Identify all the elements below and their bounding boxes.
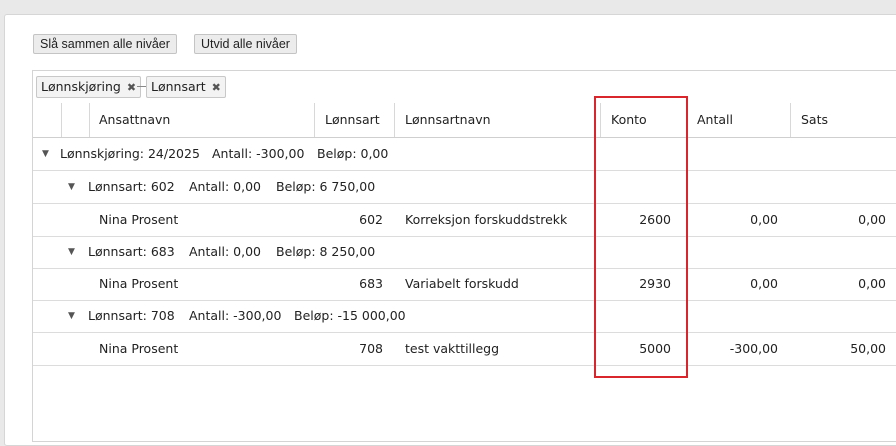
group-belop: Beløp: 6 750,00: [276, 179, 376, 194]
group-chip-label: Lønnskjøring: [41, 79, 121, 94]
group-label: Lønnsart: 708: [88, 308, 175, 323]
column-divider: [314, 103, 315, 137]
cell-lonnsart: 683: [359, 276, 383, 291]
remove-icon[interactable]: ✖: [127, 81, 136, 94]
group-by-bar: Lønnskjøring ✖ Lønnsart ✖: [33, 71, 896, 104]
group-chip-lonnskjoring[interactable]: Lønnskjøring ✖: [36, 76, 142, 98]
caret-down-icon[interactable]: ▼: [42, 138, 49, 170]
caret-down-icon[interactable]: ▼: [68, 300, 75, 332]
column-divider: [790, 103, 791, 137]
cell-ansattnavn: Nina Prosent: [99, 341, 179, 356]
cell-sats: 50,00: [850, 341, 886, 356]
column-header-row: Ansattnavn Lønnsart Lønnsartnavn Konto A…: [33, 103, 896, 138]
column-divider: [394, 103, 395, 137]
group-label: Lønnsart: 683: [88, 244, 175, 259]
column-header-ansattnavn[interactable]: Ansattnavn: [89, 103, 315, 137]
caret-down-icon[interactable]: ▼: [68, 236, 75, 268]
group-row-lonnsart[interactable]: ▼ Lønnsart: 602 Antall: 0,00 Beløp: 6 75…: [33, 171, 896, 204]
cell-antall: 0,00: [750, 276, 778, 291]
group-row-lonnskjoring[interactable]: ▼ Lønnskjøring: 24/2025 Antall: -300,00 …: [33, 138, 896, 171]
cell-ansattnavn: Nina Prosent: [99, 212, 179, 227]
group-label: Lønnsart: 602: [88, 179, 175, 194]
cell-lonnsartnavn: Variabelt forskudd: [405, 276, 519, 291]
column-divider: [61, 103, 62, 137]
group-antall: Antall: -300,00: [189, 308, 282, 323]
group-chip-label: Lønnsart: [151, 79, 206, 94]
column-header-lonnsartnavn[interactable]: Lønnsartnavn: [395, 103, 601, 137]
remove-icon[interactable]: ✖: [212, 81, 221, 94]
group-belop: Beløp: 8 250,00: [276, 244, 376, 259]
cell-konto: 2930: [639, 276, 671, 291]
column-header-lonnsart[interactable]: Lønnsart: [315, 103, 395, 137]
cell-antall: -300,00: [729, 341, 778, 356]
table-row[interactable]: Nina Prosent 708 test vakttillegg 5000 -…: [33, 333, 896, 366]
group-label: Lønnskjøring: 24/2025: [60, 146, 200, 161]
column-divider: [89, 103, 90, 137]
cell-konto: 5000: [639, 341, 671, 356]
group-antall: Antall: 0,00: [189, 244, 261, 259]
cell-sats: 0,00: [858, 276, 886, 291]
group-antall: Antall: -300,00: [212, 146, 305, 161]
column-header-antall[interactable]: Antall: [687, 103, 791, 137]
cell-antall: 0,00: [750, 212, 778, 227]
data-grid: Lønnskjøring ✖ Lønnsart ✖ Ansattnavn Lønns…: [32, 70, 896, 442]
column-divider: [600, 103, 601, 137]
table-row[interactable]: Nina Prosent 602 Korreksjon forskuddstre…: [33, 204, 896, 237]
group-antall: Antall: 0,00: [189, 179, 261, 194]
group-row-lonnsart[interactable]: ▼ Lønnsart: 708 Antall: -300,00 Beløp: -…: [33, 300, 896, 333]
group-belop: Beløp: -15 000,00: [294, 308, 406, 323]
cell-lonnsartnavn: Korreksjon forskuddstrekk: [405, 212, 568, 227]
cell-lonnsartnavn: test vakttillegg: [405, 341, 500, 356]
column-header-sats[interactable]: Sats: [791, 103, 896, 137]
group-belop: Beløp: 0,00: [317, 146, 389, 161]
column-header-konto[interactable]: Konto: [601, 103, 687, 137]
group-row-lonnsart[interactable]: ▼ Lønnsart: 683 Antall: 0,00 Beløp: 8 25…: [33, 236, 896, 269]
cell-konto: 2600: [639, 212, 671, 227]
cell-ansattnavn: Nina Prosent: [99, 276, 179, 291]
caret-down-icon[interactable]: ▼: [68, 171, 75, 203]
cell-lonnsart: 708: [359, 341, 383, 356]
column-divider: [686, 103, 687, 137]
table-row[interactable]: Nina Prosent 683 Variabelt forskudd 2930…: [33, 268, 896, 301]
cell-sats: 0,00: [858, 212, 886, 227]
collapse-all-button[interactable]: Slå sammen alle nivåer: [33, 34, 177, 54]
cell-lonnsart: 602: [359, 212, 383, 227]
expand-all-button[interactable]: Utvid alle nivåer: [194, 34, 297, 54]
group-chip-lonnsart[interactable]: Lønnsart ✖: [146, 76, 226, 98]
